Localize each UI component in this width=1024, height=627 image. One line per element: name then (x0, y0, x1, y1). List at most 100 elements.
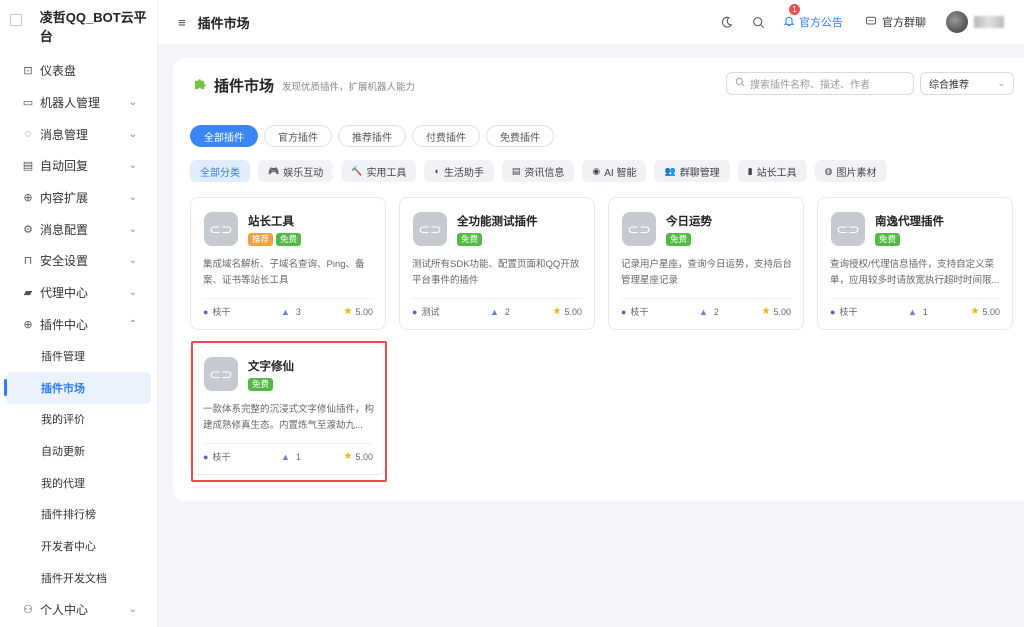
search-icon (735, 77, 745, 90)
message-square-icon: ▤ (22, 160, 34, 173)
category-label: 群聊管理 (679, 167, 720, 179)
menu-toggle-icon[interactable]: ≡ (178, 15, 186, 30)
chevron-down-icon: ⌄ (128, 604, 137, 616)
plugin-author: ● 枝干 (830, 305, 908, 318)
category-all[interactable]: 全部分类 (190, 160, 250, 182)
group-chat-button[interactable]: 官方群聊 (865, 14, 926, 30)
moon-icon[interactable] (719, 15, 733, 29)
author-name: 枝干 (212, 452, 231, 462)
category-images[interactable]: ◍ 图片素材 (814, 160, 887, 182)
tab-official-plugins[interactable]: 官方插件 (264, 125, 332, 147)
category-ai[interactable]: ◉ AI 智能 (582, 160, 647, 182)
plugin-description: 查询授权/代理信息插件，支持自定义菜单，应用较多时请放宽执行超时时间限... (830, 259, 1000, 286)
author-name: 枝干 (212, 307, 231, 317)
plugin-name: 今日运势 (666, 216, 712, 228)
author-name: 枝干 (630, 307, 649, 317)
sidebar-item-label: 消息配置 (40, 222, 89, 237)
plugin-installs: ▲ 2 (699, 307, 755, 317)
category-label: 实用工具 (366, 167, 407, 179)
plugin-rating: ★ 5.00 (344, 306, 374, 317)
plugin-link-icon: ⊂⊃ (413, 212, 447, 246)
plugin-installs: ▲ 3 (281, 307, 337, 317)
category-label: 生活助手 (443, 167, 484, 179)
chevron-down-icon: ⌄ (128, 128, 137, 140)
free-badge: 免费 (248, 378, 274, 391)
chat-icon: ◌ (24, 128, 32, 141)
free-badge: 免费 (875, 233, 901, 246)
plugin-card[interactable]: ⊂⊃ 南逸代理插件 免费 查询授权/代理信息插件，支持自定义菜单，应用较多时请放… (817, 197, 1013, 330)
sidebar-subitem-plugin-manage[interactable]: 插件管理 (0, 340, 157, 372)
sidebar-subitem-my-reviews[interactable]: 我的评价 (0, 404, 157, 436)
chevron-down-icon: ⌄ (128, 255, 137, 267)
sidebar-subitem-plugin-ranking[interactable]: 插件排行榜 (0, 499, 157, 531)
install-icon: ▲ (281, 451, 290, 462)
sidebar-item-message-config[interactable]: ⚙ 消息配置 ⌄ (0, 213, 157, 245)
robot-icon: ◉ (592, 165, 601, 176)
category-news[interactable]: ▤ 资讯信息 (501, 160, 575, 182)
sidebar-item-security[interactable]: ⊓ 安全设置 ⌄ (0, 245, 157, 277)
sidebar-subitem-developer-center[interactable]: 开发者中心 (0, 530, 157, 562)
plugin-card[interactable]: ⊂⊃ 站长工具 推荐 免费 集成域名解析、子域名查询、Ping、备案、证书等站长… (190, 197, 386, 330)
star-icon: ★ (761, 306, 771, 317)
sort-select[interactable]: 综合推荐 ⌄ (920, 72, 1014, 95)
category-life-assistant[interactable]: ◐ 生活助手 (424, 160, 494, 182)
tab-all-plugins[interactable]: 全部插件 (190, 125, 258, 147)
category-label: 图片素材 (836, 167, 877, 179)
plugin-name: 站长工具 (248, 216, 294, 228)
install-count: 2 (713, 306, 719, 317)
dashboard-icon: ⊡ (23, 65, 33, 78)
plugin-card[interactable]: ⊂⊃ 全功能测试插件 免费 测试所有SDK功能、配置页面和QQ开放平台事件的插件… (399, 197, 595, 330)
bell-icon (783, 15, 795, 30)
sidebar-subitem-my-proxy[interactable]: 我的代理 (0, 467, 157, 499)
search-icon[interactable] (751, 15, 765, 29)
sidebar-item-label: 仪表盘 (40, 64, 77, 79)
search-input[interactable]: 搜索插件名称、描述、作者 (726, 72, 914, 95)
plugin-description: 集成域名解析、子域名查询、Ping、备案、证书等站长工具 (203, 259, 365, 286)
username-redacted[interactable] (974, 16, 1004, 28)
category-group-management[interactable]: 👥 群聊管理 (654, 160, 730, 182)
plugin-name: 全功能测试插件 (457, 216, 538, 228)
plugin-rating: ★ 5.00 (971, 306, 1001, 317)
plugin-card[interactable]: ⊂⊃ 今日运势 免费 记录用户星座，查询今日运势，支持后台管理星座记录 ● 枝干 … (608, 197, 804, 330)
brand[interactable]: 凌哲QQ_BOT云平台 (0, 0, 157, 52)
rating-value: 5.00 (355, 306, 373, 317)
sidebar-item-dashboard[interactable]: ⊡ 仪表盘 (0, 55, 157, 87)
sidebar-item-plugin-center[interactable]: ⊕ 插件中心 ⌃ (0, 309, 157, 341)
tab-recommended-plugins[interactable]: 推荐插件 (338, 125, 406, 147)
search-placeholder: 搜索插件名称、描述、作者 (750, 80, 870, 91)
star-icon: ★ (970, 306, 980, 317)
sidebar-item-robots[interactable]: ▭ 机器人管理 ⌄ (0, 87, 157, 119)
monitor-icon: ▭ (22, 97, 34, 110)
sidebar-subitem-auto-update[interactable]: 自动更新 (0, 435, 157, 467)
sidebar-item-proxy-center[interactable]: ▰ 代理中心 ⌄ (0, 277, 157, 309)
tab-free-plugins[interactable]: 免费插件 (486, 125, 554, 147)
announcement-button[interactable]: 1 官方公告 (783, 4, 843, 30)
sidebar-item-auto-reply[interactable]: ▤ 自动回复 ⌄ (0, 150, 157, 182)
sidebar-item-label: 安全设置 (40, 254, 89, 269)
avatar[interactable] (946, 11, 968, 33)
panel-subtitle: 发现优质插件，扩展机器人能力 (282, 81, 416, 93)
sidebar-item-label: 内容扩展 (40, 191, 89, 206)
plugin-card[interactable]: ⊂⊃ 文字修仙 免费 一款体系完整的沉浸式文字修仙插件，构建成熟修真生态。内置炼… (190, 342, 386, 475)
sidebar-subitem-plugin-dev-docs[interactable]: 插件开发文档 (0, 562, 157, 594)
category-label: 资讯信息 (524, 167, 565, 179)
category-entertainment[interactable]: 🎮 娱乐互动 (258, 160, 334, 182)
plugin-tags: 免费 (248, 378, 276, 391)
install-count: 3 (295, 306, 301, 317)
sidebar-item-messages[interactable]: ◌ 消息管理 ⌄ (0, 118, 157, 150)
plugin-link-icon: ⊂⊃ (204, 357, 238, 391)
star-icon: ★ (343, 451, 353, 462)
sidebar-item-content-extension[interactable]: ⊕ 内容扩展 ⌄ (0, 182, 157, 214)
sidebar-item-personal-center[interactable]: ⚇ 个人中心 ⌄ (0, 594, 157, 626)
install-count: 1 (922, 306, 928, 317)
category-webmaster-tools[interactable]: ▮ 站长工具 (737, 160, 807, 182)
tab-paid-plugins[interactable]: 付费插件 (412, 125, 480, 147)
brand-title: 凌哲QQ_BOT云平台 (39, 10, 147, 44)
category-tools[interactable]: 🔨 实用工具 (341, 160, 417, 182)
gear-icon: ⚙ (23, 223, 33, 236)
header-actions: 1 官方公告 官方群聊 (719, 0, 1024, 44)
plugin-author: ● 枝干 (621, 305, 699, 318)
sidebar-subitem-plugin-market[interactable]: 插件市场 (4, 371, 151, 404)
sidebar-menu: ⊡ 仪表盘 ▭ 机器人管理 ⌄ ◌ 消息管理 ⌄ ▤ 自动回复 ⌄ ⊕ 内容扩展… (0, 55, 157, 625)
install-icon: ▲ (490, 306, 499, 317)
